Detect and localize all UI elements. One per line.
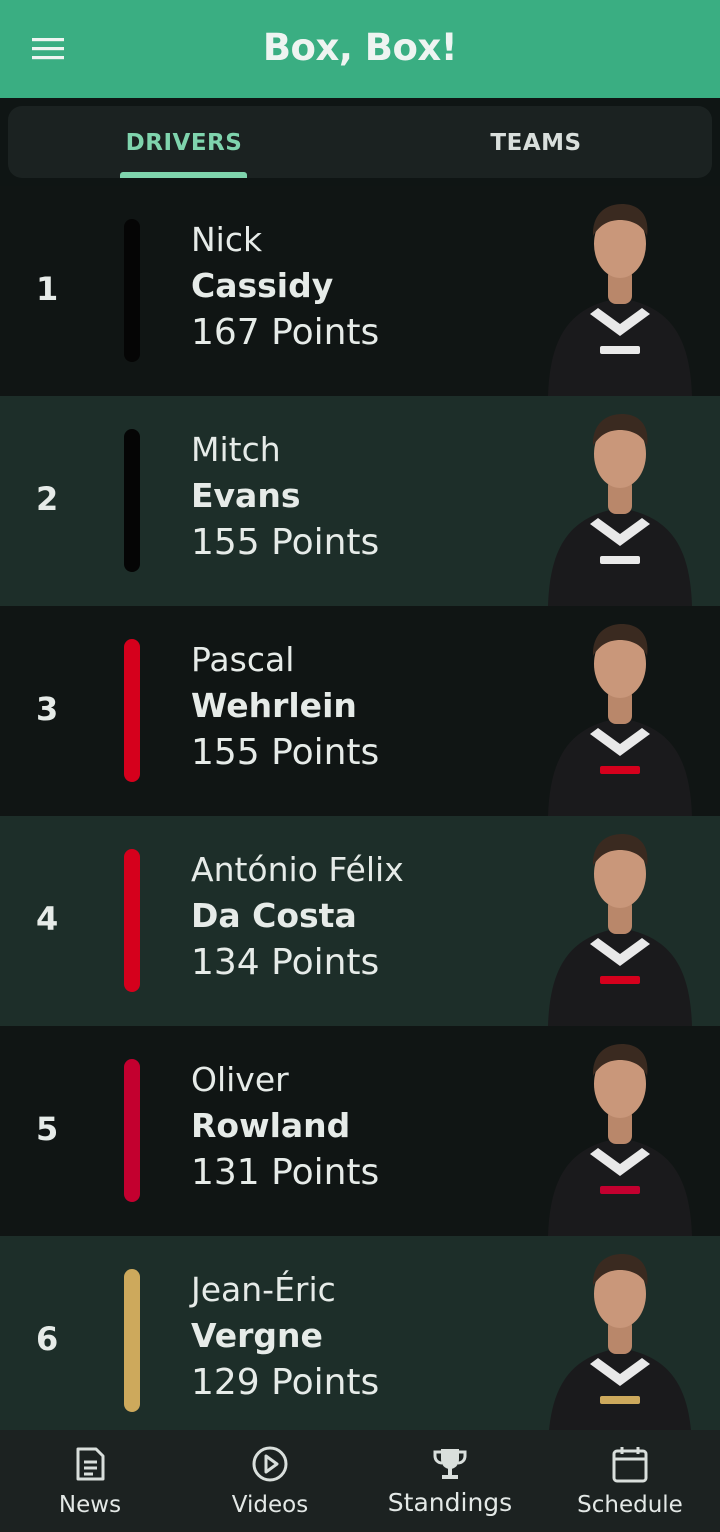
team-color-bar	[124, 849, 140, 992]
driver-photo	[548, 624, 692, 816]
trophy-icon	[433, 1449, 467, 1479]
driver-points: 129 Points	[191, 1362, 380, 1403]
driver-photo	[548, 204, 692, 396]
calendar-icon	[612, 1447, 648, 1483]
nav-schedule[interactable]: Schedule	[540, 1430, 720, 1532]
driver-row[interactable]: 3 Pascal Wehrlein 155 Points	[0, 606, 720, 816]
driver-photo	[549, 1254, 691, 1430]
driver-points: 131 Points	[191, 1152, 380, 1193]
nav-news[interactable]: News	[0, 1430, 180, 1532]
news-icon	[76, 1447, 105, 1481]
driver-last-name: Cassidy	[191, 266, 334, 305]
app-bar: Box, Box!	[0, 0, 720, 98]
tab-indicator	[120, 172, 247, 178]
driver-position: 1	[36, 270, 59, 308]
tab-drivers[interactable]: DRIVERS	[8, 106, 360, 178]
driver-last-name: Wehrlein	[191, 686, 357, 725]
nav-standings[interactable]: Standings	[360, 1430, 540, 1532]
driver-first-name: Pascal	[191, 640, 295, 679]
team-color-bar	[124, 1059, 140, 1202]
driver-row[interactable]: 2 Mitch Evans 155 Points	[0, 396, 720, 606]
play-circle-icon	[252, 1446, 288, 1482]
driver-row[interactable]: 1 Nick Cassidy 167 Points	[0, 186, 720, 396]
nav-videos[interactable]: Videos	[180, 1430, 360, 1532]
driver-first-name: Mitch	[191, 430, 281, 469]
driver-photo	[548, 414, 692, 606]
race-suit	[549, 1348, 691, 1430]
driver-points: 134 Points	[191, 942, 380, 983]
driver-row[interactable]: 5 Oliver Rowland 131 Points	[0, 1026, 720, 1236]
suit-sponsor-stripe	[600, 1396, 640, 1404]
driver-position: 6	[36, 1320, 59, 1358]
driver-last-name: Evans	[191, 476, 301, 515]
nav-videos-label: Videos	[231, 1492, 309, 1518]
nav-standings-label: Standings	[387, 1488, 513, 1517]
app-title: Box, Box!	[262, 26, 458, 69]
driver-photo	[548, 1044, 692, 1236]
team-color-bar	[124, 639, 140, 782]
driver-last-name: Rowland	[191, 1106, 351, 1145]
driver-first-name: Nick	[191, 220, 263, 259]
suit-sponsor-stripe	[600, 556, 640, 564]
driver-position: 3	[36, 690, 59, 728]
tab-drivers-label: DRIVERS	[125, 130, 243, 156]
tab-teams-label: TEAMS	[490, 130, 582, 156]
driver-last-name: Da Costa	[191, 896, 357, 935]
driver-position: 5	[36, 1110, 59, 1148]
suit-sponsor-stripe	[600, 346, 640, 354]
driver-photo	[548, 834, 692, 1026]
driver-first-name: António Félix	[191, 850, 404, 889]
standings-tabs: DRIVERS TEAMS	[8, 106, 712, 178]
team-color-bar	[124, 219, 140, 362]
driver-row[interactable]: 6 Jean-Éric Vergne 129 Points	[0, 1236, 720, 1430]
team-color-bar	[124, 429, 140, 572]
driver-position: 4	[36, 900, 59, 938]
driver-last-name: Vergne	[191, 1316, 323, 1355]
driver-standings-list[interactable]: 1 Nick Cassidy 167 Points 2 Mitch Evans …	[0, 186, 720, 1430]
driver-points: 167 Points	[191, 312, 380, 353]
driver-points: 155 Points	[191, 732, 380, 773]
bottom-navigation: News Videos Standings Schedule	[0, 1430, 720, 1532]
suit-sponsor-stripe	[600, 1186, 640, 1194]
suit-sponsor-stripe	[600, 766, 640, 774]
driver-position: 2	[36, 480, 59, 518]
tab-teams[interactable]: TEAMS	[360, 106, 712, 178]
driver-points: 155 Points	[191, 522, 380, 563]
driver-first-name: Jean-Éric	[191, 1270, 336, 1309]
driver-row[interactable]: 4 António Félix Da Costa 134 Points	[0, 816, 720, 1026]
suit-sponsor-stripe	[600, 976, 640, 984]
nav-schedule-label: Schedule	[577, 1492, 683, 1518]
nav-news-label: News	[58, 1492, 122, 1518]
driver-first-name: Oliver	[191, 1060, 289, 1099]
team-color-bar	[124, 1269, 140, 1412]
